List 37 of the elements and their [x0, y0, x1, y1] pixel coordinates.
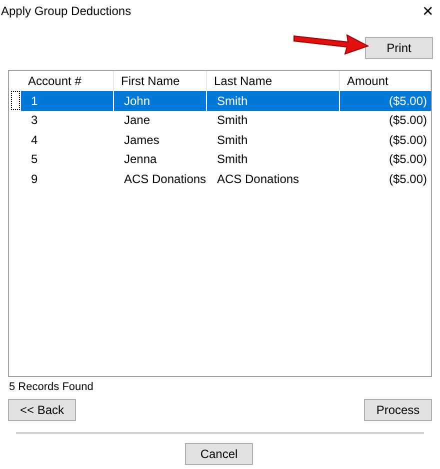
- table-row[interactable]: 5 Jenna Smith ($5.00): [21, 150, 431, 169]
- back-button[interactable]: << Back: [8, 399, 76, 421]
- table-cell-text: Smith: [216, 132, 249, 149]
- table-cell-text: 3: [30, 112, 39, 130]
- table-cell-text: Smith: [216, 151, 249, 168]
- column-header[interactable]: Last Name: [207, 71, 340, 90]
- table-row[interactable]: 1 John Smith ($5.00): [21, 91, 431, 110]
- table-cell-text: ($5.00): [388, 112, 428, 130]
- table-cell-text: Smith: [216, 112, 249, 130]
- table-cell: 1: [21, 91, 114, 110]
- table-cell-text: 4: [30, 132, 39, 149]
- table-cell-text: 5: [30, 151, 39, 168]
- table-cell-text: ($5.00): [388, 151, 428, 168]
- table-cell-text: Jane: [123, 112, 152, 130]
- close-button[interactable]: ✕: [422, 4, 434, 18]
- table-row[interactable]: 3 Jane Smith ($5.00): [21, 110, 431, 130]
- focus-marker: [10, 91, 20, 110]
- process-button[interactable]: Process: [364, 399, 432, 421]
- window-title: Apply Group Deductions: [1, 3, 132, 20]
- table-row[interactable]: 4 James Smith ($5.00): [21, 130, 431, 150]
- table-cell: Smith: [207, 91, 340, 110]
- cancel-button[interactable]: Cancel: [185, 443, 253, 465]
- print-button[interactable]: Print: [365, 37, 433, 59]
- table-cell-text: ($5.00): [388, 92, 428, 110]
- table-cell-text: ACS Donations: [123, 170, 207, 188]
- table-row[interactable]: 9 ACS Donations ACS Donations ($5.00): [21, 169, 431, 188]
- column-header[interactable]: Account #: [21, 71, 114, 90]
- table-cell-text: Jenna: [123, 151, 158, 168]
- column-header[interactable]: First Name: [114, 71, 207, 90]
- table-cell-text: ACS Donations: [216, 170, 300, 188]
- table-cell-text: ($5.00): [388, 170, 428, 188]
- records-count: 5 Records Found: [9, 380, 94, 395]
- table-cell: John: [114, 91, 207, 110]
- table-cell-text: James: [123, 132, 160, 149]
- table-cell-text: ($5.00): [388, 132, 428, 149]
- column-header[interactable]: Amount: [340, 71, 431, 90]
- table-cell-text: 9: [30, 170, 39, 188]
